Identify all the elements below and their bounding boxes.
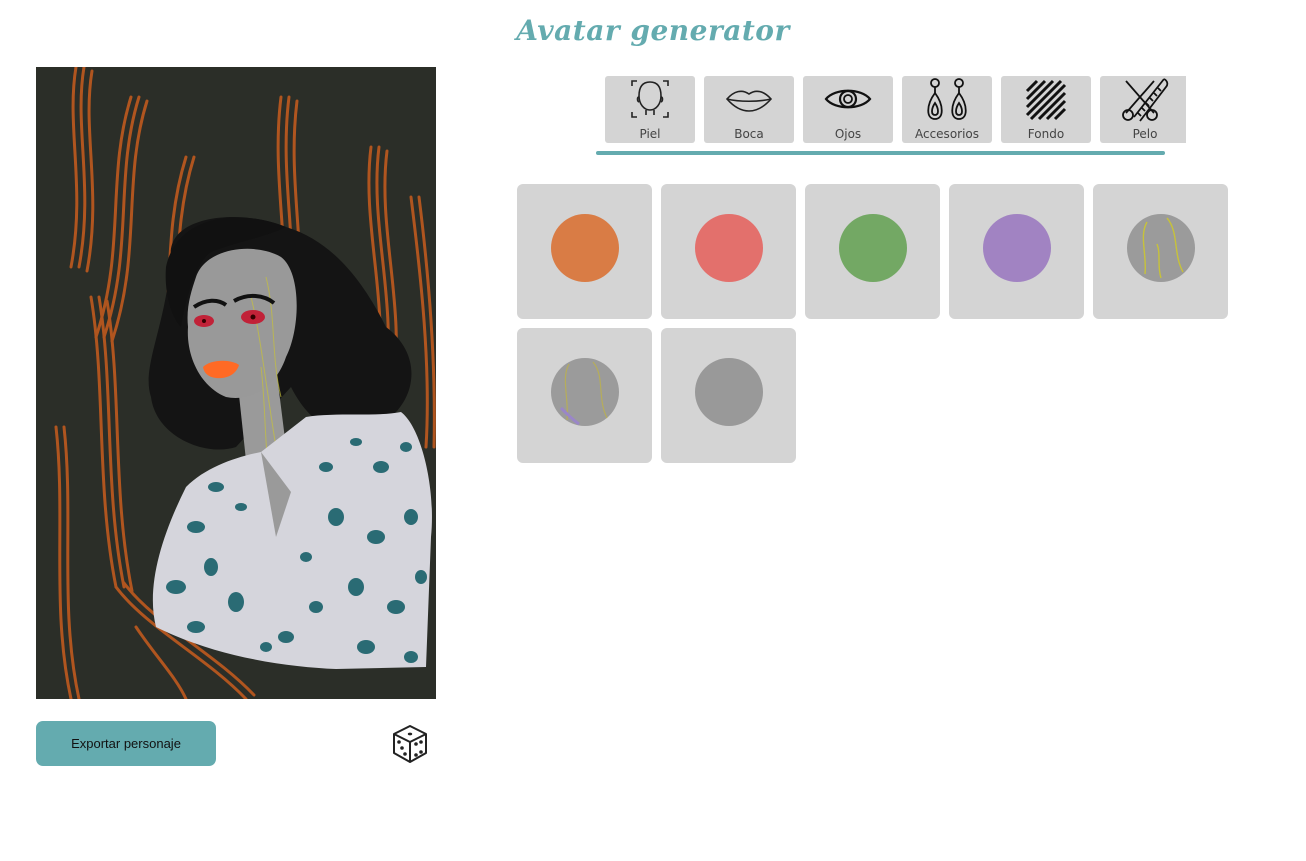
tab-label: Pelo	[1132, 127, 1158, 141]
dice-icon[interactable]	[391, 724, 429, 764]
tab-ojos[interactable]: Ojos	[803, 76, 893, 143]
swatch-coral[interactable]	[661, 184, 796, 319]
swatch-purple[interactable]	[949, 184, 1084, 319]
color-dot	[695, 358, 763, 426]
swatch-orange[interactable]	[517, 184, 652, 319]
lips-icon	[704, 77, 794, 125]
color-dot	[551, 358, 619, 426]
color-dot	[551, 214, 619, 282]
swatch-gray-yellow-veins[interactable]	[1093, 184, 1228, 319]
avatar-preview	[36, 67, 436, 699]
tab-pelo[interactable]: Pelo	[1100, 76, 1186, 143]
tab-label: Fondo	[1027, 127, 1065, 141]
tab-label: Accesorios	[914, 127, 980, 141]
tabs-underline	[596, 151, 1165, 155]
scissors-comb-icon	[1100, 77, 1186, 125]
stripes-icon	[1001, 77, 1091, 125]
tab-label: Boca	[734, 127, 764, 141]
earrings-icon	[902, 77, 992, 125]
category-tabs: Piel Boca Ojos Accesorios Fondo Pelo	[605, 76, 1186, 143]
tab-label: Piel	[639, 127, 661, 141]
color-dot	[983, 214, 1051, 282]
tab-fondo[interactable]: Fondo	[1001, 76, 1091, 143]
export-character-button[interactable]: Exportar personaje	[36, 721, 216, 766]
tab-label: Ojos	[834, 127, 862, 141]
tab-accesorios[interactable]: Accesorios	[902, 76, 992, 143]
color-dot	[1127, 214, 1195, 282]
face-icon	[605, 77, 695, 125]
page-title: Avatar generator	[516, 14, 790, 47]
eye-icon	[803, 77, 893, 125]
tab-boca[interactable]: Boca	[704, 76, 794, 143]
tab-piel[interactable]: Piel	[605, 76, 695, 143]
color-dot	[695, 214, 763, 282]
swatch-green[interactable]	[805, 184, 940, 319]
color-dot	[839, 214, 907, 282]
swatch-gray[interactable]	[661, 328, 796, 463]
swatch-gray-purple-veins[interactable]	[517, 328, 652, 463]
